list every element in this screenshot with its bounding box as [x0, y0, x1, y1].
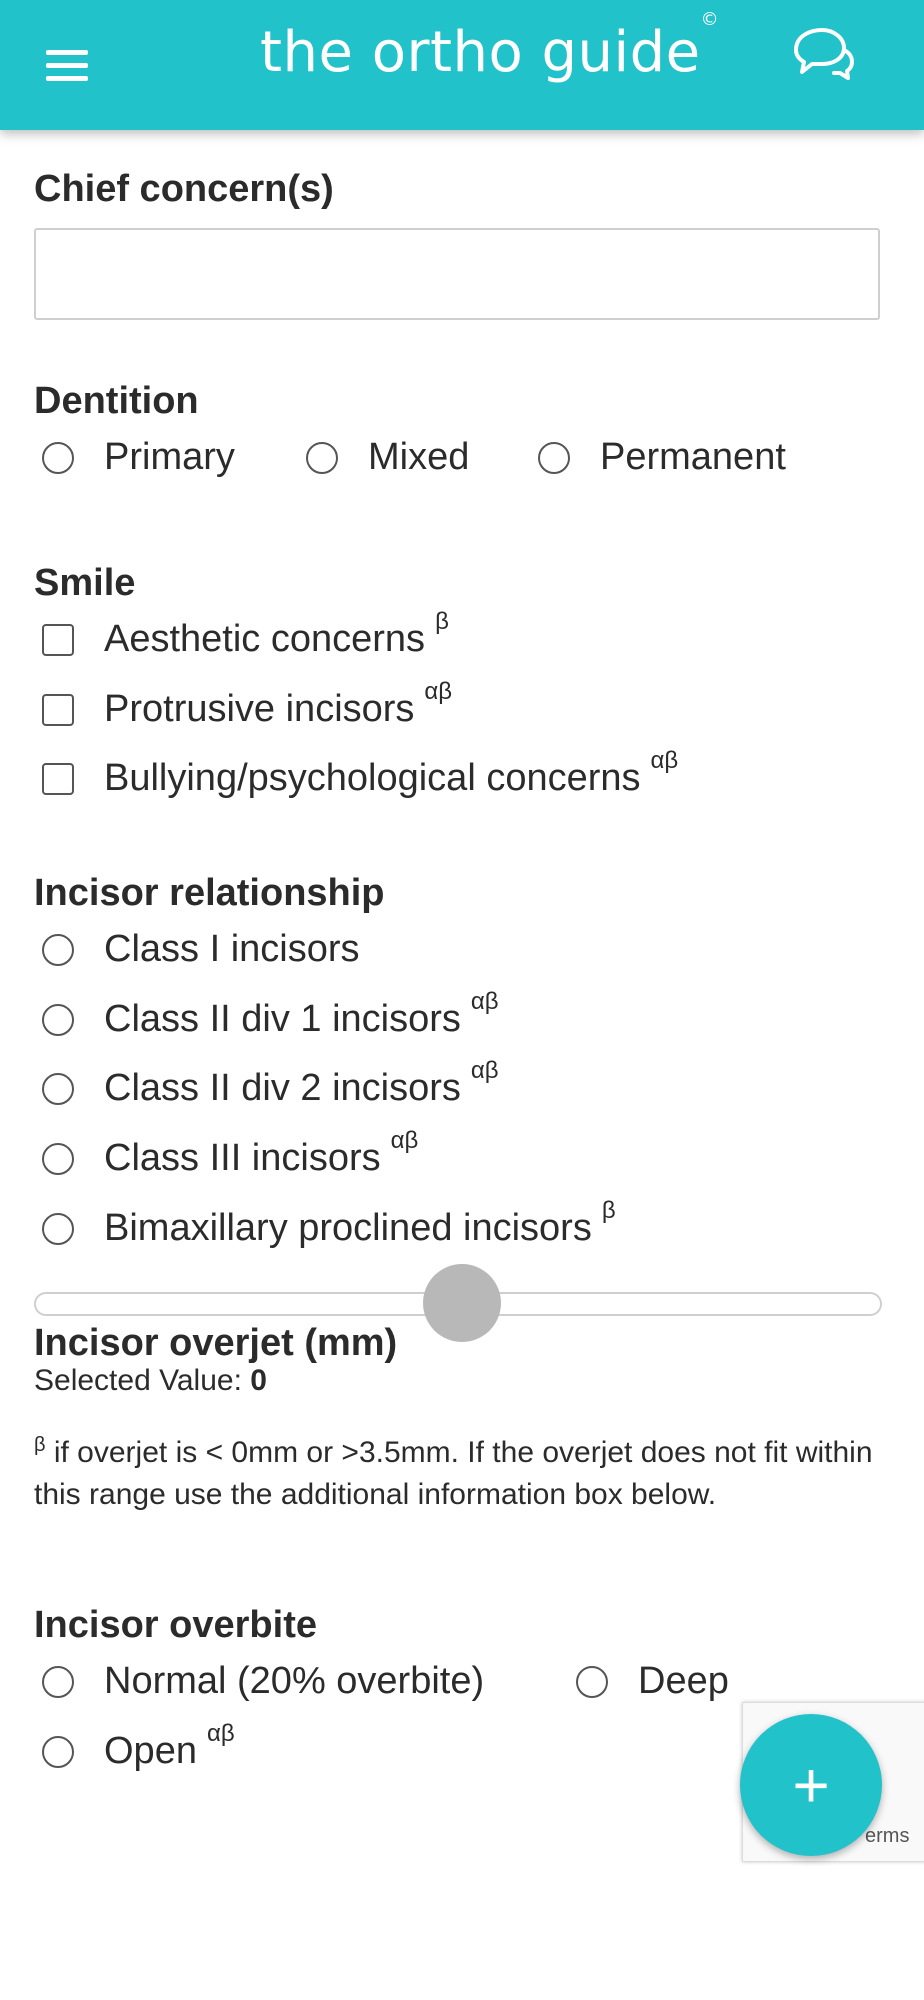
radio-button[interactable]: [42, 1003, 74, 1036]
option-label: Bullying/psychological concerns: [104, 757, 641, 799]
chief-concern-label: Chief concern(s): [34, 168, 334, 210]
option-superscript: αβ: [424, 677, 453, 705]
overjet-note: β if overjet is < 0mm or >3.5mm. If the …: [34, 1424, 880, 1516]
checkbox[interactable]: [42, 693, 74, 726]
option-superscript: αβ: [470, 987, 499, 1015]
incisor-class2div2-option[interactable]: Class II div 2 incisors αβ: [34, 1057, 499, 1110]
option-label: Protrusive incisors: [104, 688, 415, 730]
dentition-mixed-option[interactable]: Mixed: [298, 436, 469, 479]
selected-value-text: Selected Value: 0: [34, 1360, 267, 1402]
option-superscript: αβ: [470, 1056, 499, 1084]
app-logo: the ortho guide©: [260, 9, 719, 85]
smile-protrusive-option[interactable]: Protrusive incisors αβ: [34, 678, 452, 731]
hamburger-icon[interactable]: [40, 38, 96, 94]
radio-button[interactable]: [42, 1212, 74, 1245]
radio-button[interactable]: [42, 1735, 74, 1768]
option-label: Primary: [104, 436, 235, 478]
incisor-bimaxillary-option[interactable]: Bimaxillary proclined incisors β: [34, 1197, 616, 1250]
incisor-class2div1-option[interactable]: Class II div 1 incisors αβ: [34, 988, 499, 1041]
radio-button[interactable]: [42, 1072, 74, 1105]
chief-concern-input[interactable]: [34, 228, 880, 320]
incisor-class3-option[interactable]: Class III incisors αβ: [34, 1127, 418, 1180]
option-label: Class III incisors: [104, 1137, 381, 1179]
copyright-mark: ©: [700, 9, 720, 31]
option-label: Aesthetic concerns: [104, 618, 426, 660]
note-superscript: β: [34, 1434, 46, 1456]
selected-value-number: 0: [250, 1364, 267, 1397]
radio-button[interactable]: [42, 1142, 74, 1175]
checkbox[interactable]: [42, 623, 74, 656]
radio-button[interactable]: [576, 1665, 608, 1698]
dentition-label: Dentition: [34, 380, 199, 422]
smile-aesthetic-option[interactable]: Aesthetic concerns β: [34, 608, 449, 661]
checkbox[interactable]: [42, 762, 74, 795]
option-superscript: αβ: [390, 1126, 419, 1154]
option-label: Permanent: [600, 436, 786, 478]
option-label: Class II div 2 incisors: [104, 1067, 461, 1109]
radio-button[interactable]: [306, 441, 338, 474]
overjet-label: Incisor overjet (mm): [34, 1322, 398, 1364]
option-label: Deep: [638, 1660, 729, 1702]
option-superscript: β: [601, 1196, 616, 1224]
app-header: the ortho guide©: [0, 0, 924, 130]
incisor-class1-option[interactable]: Class I incisors: [34, 928, 360, 971]
option-label: Normal (20% overbite): [104, 1660, 485, 1702]
option-label: Bimaxillary proclined incisors: [104, 1207, 592, 1249]
overbite-normal-option[interactable]: Normal (20% overbite): [34, 1660, 484, 1703]
smile-bullying-option[interactable]: Bullying/psychological concerns αβ: [34, 747, 678, 800]
radio-button[interactable]: [42, 1665, 74, 1698]
option-superscript: αβ: [650, 746, 679, 774]
app-screen: the ortho guide© Chief concern(s) Dentit…: [0, 0, 924, 1887]
selected-value-prefix: Selected Value:: [34, 1364, 251, 1397]
option-label: Mixed: [368, 436, 470, 478]
dentition-primary-option[interactable]: Primary: [34, 436, 235, 479]
overbite-open-option[interactable]: Open αβ: [34, 1720, 235, 1773]
radio-button[interactable]: [42, 441, 74, 474]
option-superscript: αβ: [206, 1719, 235, 1747]
recaptcha-terms-text: erms: [865, 1825, 910, 1847]
radio-button[interactable]: [538, 441, 570, 474]
add-fab-button[interactable]: +: [740, 1714, 882, 1856]
radio-button[interactable]: [42, 933, 74, 966]
note-text: if overjet is < 0mm or >3.5mm. If the ov…: [34, 1436, 873, 1511]
option-label: Class II div 1 incisors: [104, 998, 461, 1040]
overbite-deep-option[interactable]: Deep: [568, 1660, 729, 1703]
option-label: Open: [104, 1730, 197, 1772]
plus-icon: +: [792, 1749, 830, 1821]
option-superscript: β: [435, 607, 449, 635]
smile-label: Smile: [34, 562, 136, 604]
overjet-slider-thumb[interactable]: [423, 1264, 501, 1342]
overbite-label: Incisor overbite: [34, 1604, 317, 1646]
incisor-relationship-label: Incisor relationship: [34, 872, 385, 914]
chat-bubbles-icon[interactable]: [788, 24, 854, 84]
dentition-permanent-option[interactable]: Permanent: [530, 436, 786, 479]
logo-text: the ortho guide: [260, 20, 701, 85]
option-label: Class I incisors: [104, 928, 360, 970]
